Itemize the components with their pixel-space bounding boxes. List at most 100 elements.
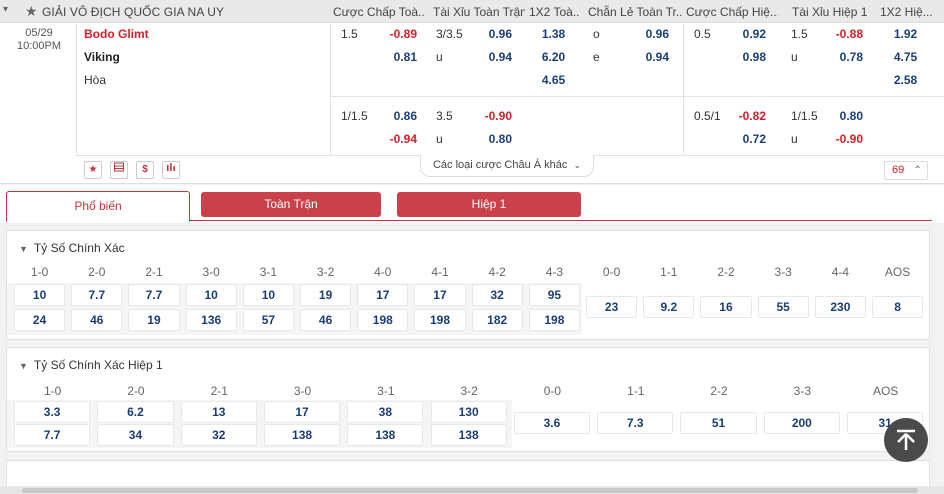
even-label: e <box>593 50 600 64</box>
odds-cell[interactable]: 32 <box>180 424 257 446</box>
odds-cell[interactable]: 130 <box>430 401 507 423</box>
star-icon[interactable]: ★ <box>25 3 38 20</box>
collapse-caret-icon[interactable]: ▾ <box>3 4 8 15</box>
col-ou-full: Tài Xỉu Toàn Trận <box>433 5 525 19</box>
odds-cell[interactable]: 198 <box>528 309 580 331</box>
h1-ou-under-odds[interactable]: u 0.78 <box>783 46 871 66</box>
ou-under-odds[interactable]: u 0.94 <box>428 46 520 66</box>
ou2-over-odds[interactable]: 3.5 -0.90 <box>428 105 520 125</box>
hdp-away-odds[interactable]: 0.81 <box>333 46 425 66</box>
odds-cell[interactable]: 57 <box>242 309 294 331</box>
h1-hdp2-away-odds[interactable]: 0.72 <box>686 128 774 148</box>
ou-over-odds[interactable]: 3/3.5 0.96 <box>428 23 520 43</box>
odds-cell[interactable]: 55 <box>757 296 809 318</box>
more-asian-bets-toggle[interactable]: Các loại cược Châu Á khác ⌄ <box>420 155 594 177</box>
odds-cell[interactable]: 95 <box>528 284 580 306</box>
dollar-icon[interactable]: $ <box>136 161 154 179</box>
hdp-home-odds[interactable]: 1.5 -0.89 <box>333 23 425 43</box>
odds-cell[interactable]: 6.2 <box>97 401 174 423</box>
score-header: 2-2 <box>710 384 728 398</box>
odds-value: 0.96 <box>488 27 512 41</box>
odds-cell[interactable]: 23 <box>586 296 638 318</box>
odds-cell[interactable]: 10 <box>242 284 294 306</box>
odds-cell[interactable]: 7.7 <box>14 424 91 446</box>
odds-cell[interactable]: 138 <box>347 424 424 446</box>
odds-cell[interactable]: 24 <box>14 309 66 331</box>
even-odds[interactable]: e 0.94 <box>585 46 677 66</box>
odds-cell[interactable]: 13 <box>180 401 257 423</box>
hdp2-home-odds[interactable]: 1/1.5 0.86 <box>333 105 425 125</box>
odds-cell[interactable]: 138 <box>263 424 341 446</box>
section-title[interactable]: ▼ Tỷ Số Chính Xác Hiệp 1 <box>19 358 163 372</box>
h1-x12-home-odds[interactable]: 1.92 <box>879 23 932 43</box>
odds-cell[interactable]: 19 <box>300 284 352 306</box>
away-team[interactable]: Viking <box>84 50 120 64</box>
odds-value: 0.92 <box>742 27 766 41</box>
more-bets-count[interactable]: 69 ⌃ <box>884 161 928 180</box>
odd-label: o <box>593 27 600 41</box>
h1-ou2-under-odds[interactable]: u -0.90 <box>783 128 871 148</box>
hdp2-away-odds[interactable]: -0.94 <box>333 128 425 148</box>
odds-cell[interactable]: 17 <box>263 401 341 423</box>
odds-cell[interactable]: 10 <box>185 284 237 306</box>
odds-cell[interactable]: 17 <box>357 284 409 306</box>
odds-cell[interactable]: 3.3 <box>14 401 91 423</box>
stats-icon[interactable] <box>162 161 180 179</box>
odds-cell[interactable]: 46 <box>300 309 352 331</box>
odds-value: 0.94 <box>488 50 512 64</box>
h1-x12-draw-odds[interactable]: 2.58 <box>879 69 932 89</box>
odds-cell[interactable]: 198 <box>357 309 409 331</box>
tab-popular[interactable]: Phổ biến <box>6 191 190 222</box>
odds-cell[interactable]: 51 <box>680 412 757 434</box>
odds-cell[interactable]: 46 <box>71 309 123 331</box>
section-title[interactable]: ▼ Tỷ Số Chính Xác <box>19 241 125 255</box>
home-team[interactable]: Bodo Glimt <box>84 27 149 41</box>
odds-cell[interactable]: 34 <box>97 424 174 446</box>
odds-cell[interactable]: 17 <box>414 284 466 306</box>
score-header: AOS <box>872 384 899 398</box>
odds-cell[interactable]: 8 <box>872 296 924 318</box>
scoreboard-icon[interactable] <box>110 161 128 179</box>
odds-cell[interactable]: 7.7 <box>71 284 123 306</box>
ou2-under-odds[interactable]: u 0.80 <box>428 128 520 148</box>
odds-value: -0.89 <box>389 27 417 41</box>
h1-hdp-home-odds[interactable]: 0.5 0.92 <box>686 23 774 43</box>
x12-home-odds[interactable]: 1.38 <box>527 23 580 43</box>
odds-cell[interactable]: 7.7 <box>128 284 180 306</box>
odds-cell[interactable]: 230 <box>814 296 866 318</box>
chevron-down-icon: ▼ <box>19 244 28 254</box>
odds-cell[interactable]: 10 <box>14 284 66 306</box>
score-header: 3-1 <box>259 265 278 279</box>
h1-ou-over-odds[interactable]: 1.5 -0.88 <box>783 23 871 43</box>
odds-cell[interactable]: 38 <box>347 401 424 423</box>
hdp-line: 0.5 <box>694 27 711 41</box>
odds-cell[interactable]: 138 <box>430 424 507 446</box>
odds-cell[interactable]: 16 <box>700 296 752 318</box>
odds-cell[interactable]: 136 <box>185 309 237 331</box>
odds-cell[interactable]: 200 <box>763 412 840 434</box>
x12-away-odds[interactable]: 6.20 <box>527 46 580 66</box>
scrollbar-thumb[interactable] <box>22 488 918 493</box>
draw-label: Hòa <box>84 73 107 87</box>
back-to-top-icon[interactable] <box>884 418 928 462</box>
h1-x12-away-odds[interactable]: 4.75 <box>879 46 932 66</box>
odds-cell[interactable]: 32 <box>471 284 523 306</box>
odd-odds[interactable]: o 0.96 <box>585 23 677 43</box>
h1-hdp2-home-odds[interactable]: 0.5/1 -0.82 <box>686 105 774 125</box>
h1-ou2-over-odds[interactable]: 1/1.5 0.80 <box>783 105 871 125</box>
ou-line: 1.5 <box>791 27 808 41</box>
odds-value: 0.80 <box>488 132 512 146</box>
favorite-star-icon[interactable]: ★ <box>84 161 102 179</box>
h1-hdp-away-odds[interactable]: 0.98 <box>686 46 774 66</box>
odds-cell[interactable]: 19 <box>128 309 180 331</box>
odds-cell[interactable]: 9.2 <box>643 296 695 318</box>
odds-cell[interactable]: 182 <box>471 309 523 331</box>
odds-cell[interactable]: 198 <box>414 309 466 331</box>
tab-full-match[interactable]: Toàn Trận <box>201 192 381 217</box>
x12-draw-odds[interactable]: 4.65 <box>527 69 580 89</box>
odds-cell[interactable]: 7.3 <box>597 412 674 434</box>
odds-cell[interactable]: 3.6 <box>513 412 591 434</box>
score-header: 3-0 <box>202 265 220 279</box>
odds-value: -0.82 <box>738 109 766 123</box>
tab-first-half[interactable]: Hiệp 1 <box>397 192 581 217</box>
